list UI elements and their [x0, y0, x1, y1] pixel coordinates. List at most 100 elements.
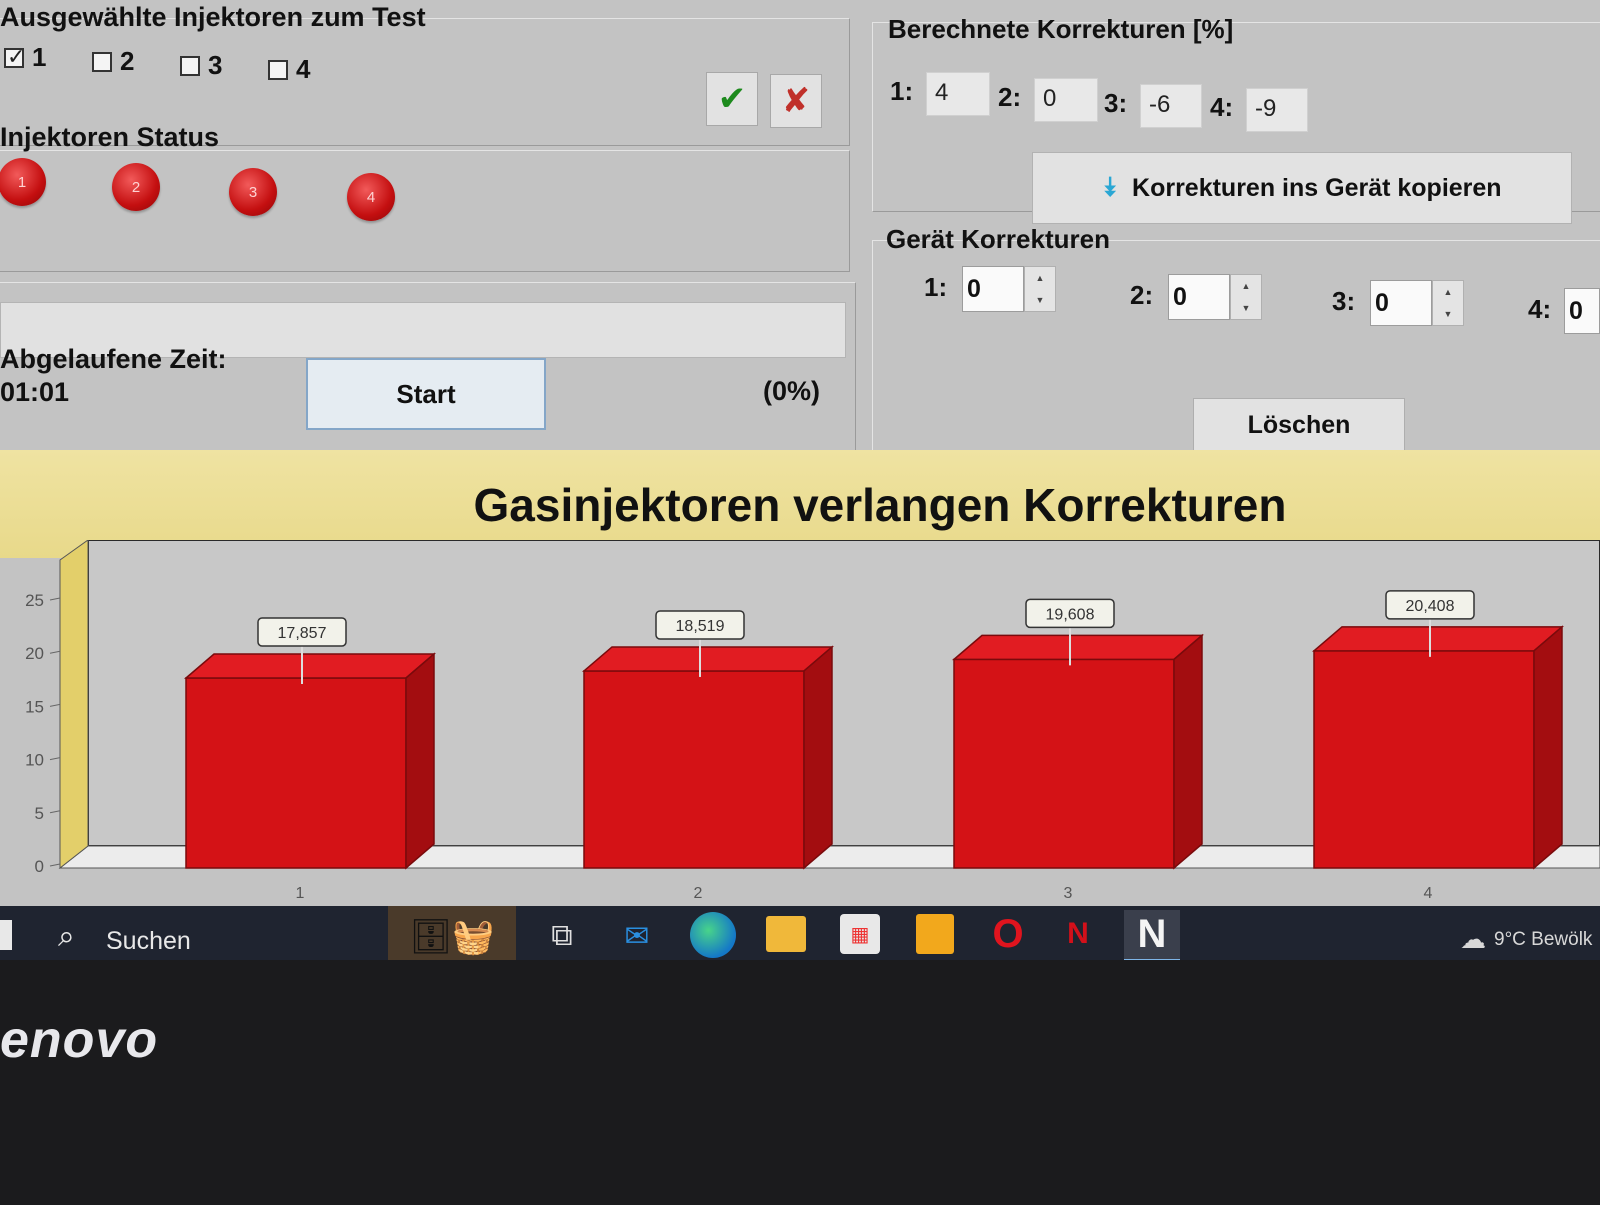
weather-widget[interactable]: ☁ 9°C Bewölk [1460, 924, 1592, 955]
y-tick-label: 0 [35, 857, 44, 876]
sticky-notes-icon[interactable] [916, 914, 954, 954]
checkbox-injector-1[interactable]: 1 [4, 42, 46, 73]
calc-label-1: 1: [890, 76, 914, 106]
y-tick-mark [49, 597, 61, 601]
bar-top [951, 634, 1205, 661]
edge-browser-icon[interactable] [690, 912, 736, 958]
cloud-icon: ☁ [1460, 924, 1486, 954]
calc-label-3: 3: [1104, 88, 1128, 118]
start-button-label: Start [396, 378, 456, 409]
app-window: Ausgewählte Injektoren zum Test 1 2 3 4 … [0, 0, 1600, 960]
device-label-3: 3: [1332, 286, 1356, 316]
bar-front [1313, 650, 1535, 869]
notion-app-icon[interactable]: N [1124, 910, 1180, 960]
device-stepper-1[interactable]: 0 ▲ ▼ [962, 266, 1056, 312]
checkbox-1-label: 1 [32, 42, 47, 72]
calc-value-1: 4 [926, 72, 990, 116]
mail-icon[interactable]: ✉ [614, 914, 660, 958]
y-tick-label: 25 [25, 591, 44, 610]
test-group-title: Ausgewählte Injektoren zum Test [0, 2, 426, 32]
data-label: 19,608 [1046, 606, 1095, 623]
calc-value-2: 0 [1034, 78, 1098, 122]
elapsed-time-label: Abgelaufene Zeit: [0, 344, 227, 374]
y-tick-label: 20 [25, 644, 44, 663]
bar-front [953, 658, 1175, 869]
bar-side [405, 652, 435, 870]
checkbox-2-box[interactable] [92, 51, 112, 72]
bar-front [185, 677, 407, 869]
copy-corrections-button[interactable]: ⯯ Korrekturen ins Gerät kopieren [1032, 152, 1572, 224]
checkbox-injector-2[interactable]: 2 [92, 46, 134, 77]
status-led-2: 2 [112, 163, 160, 211]
y-tick-label: 15 [25, 697, 44, 716]
y-tick-label: 10 [25, 751, 44, 770]
progress-percent: (0%) [763, 376, 821, 406]
stepper-arrows-icon[interactable]: ▲ ▼ [1230, 274, 1262, 320]
device-value-4[interactable]: 0 [1564, 288, 1600, 334]
cross-icon: ✘ [781, 82, 811, 120]
y-tick-mark [49, 757, 61, 761]
confirm-button[interactable]: ✔ [706, 72, 758, 126]
device-value-3[interactable]: 0 [1370, 280, 1432, 326]
device-label-2: 2: [1130, 280, 1154, 310]
storage-app-icon[interactable]: 🗄🧺 [388, 906, 516, 960]
device-stepper-4[interactable]: 0 [1564, 288, 1600, 334]
checkbox-4-label: 4 [296, 54, 311, 84]
calc-value-3: -6 [1140, 84, 1202, 128]
device-label-1: 1: [924, 272, 948, 302]
y-tick-mark [49, 810, 61, 814]
device-value-1[interactable]: 0 [962, 266, 1024, 312]
checkbox-3-box[interactable] [180, 55, 200, 76]
store-icon[interactable]: ▦ [840, 914, 880, 954]
x-tick-label: 3 [1064, 885, 1073, 902]
bar-side [1173, 633, 1203, 870]
start-button[interactable]: Start [306, 358, 546, 430]
stepper-arrows-icon[interactable]: ▲ ▼ [1024, 266, 1056, 312]
status-group-title: Injektoren Status [0, 122, 220, 152]
opera-browser-icon[interactable]: O [988, 912, 1028, 956]
netflix-icon[interactable]: N [1066, 914, 1090, 954]
data-label: 20,408 [1406, 598, 1455, 615]
checkbox-injector-4[interactable]: 4 [268, 54, 310, 85]
task-view-icon[interactable]: ⧉ [540, 914, 584, 958]
calc-value-4: -9 [1246, 88, 1308, 132]
arrow-down-icon: ⯯ [1102, 172, 1119, 202]
y-tick-label: 5 [35, 804, 44, 823]
calculated-title: Berechnete Korrekturen [%] [888, 14, 1234, 44]
checkbox-2-label: 2 [120, 46, 135, 76]
file-explorer-icon[interactable] [766, 916, 806, 952]
calc-label-2: 2: [998, 82, 1022, 112]
data-label: 18,519 [676, 618, 725, 635]
x-tick-label: 4 [1424, 885, 1433, 902]
device-label-4: 4: [1528, 294, 1552, 324]
bar-top [1311, 626, 1565, 652]
taskbar-search-label[interactable]: Suchen [106, 927, 191, 956]
stepper-arrows-icon[interactable]: ▲ ▼ [1432, 280, 1464, 326]
search-icon[interactable]: ⌕ [58, 920, 75, 954]
chart-side-wall [59, 540, 89, 870]
data-label: 17,857 [278, 625, 327, 642]
warning-banner-text: Gasinjektoren verlangen Korrekturen [473, 479, 1287, 531]
status-led-3: 3 [229, 168, 277, 216]
weather-text: 9°C Bewölk [1494, 928, 1593, 950]
checkbox-3-label: 3 [208, 50, 223, 80]
checkbox-1-box[interactable] [4, 44, 25, 70]
x-tick-label: 2 [694, 885, 703, 902]
checkbox-injector-3[interactable]: 3 [180, 50, 222, 81]
checkbox-4-box[interactable] [268, 59, 288, 80]
device-stepper-3[interactable]: 0 ▲ ▼ [1370, 280, 1464, 326]
cancel-button[interactable]: ✘ [770, 74, 822, 128]
bar-front [583, 670, 805, 869]
status-led-1: 1 [0, 158, 46, 206]
clear-button[interactable]: Löschen [1193, 398, 1405, 452]
copy-corrections-label: Korrekturen ins Gerät kopieren [1132, 173, 1502, 202]
elapsed-time-value: 01:01 [0, 377, 70, 407]
windows-start-icon[interactable] [0, 920, 12, 950]
checkmark-icon: ✔ [717, 80, 747, 118]
bar-top [581, 646, 835, 672]
y-tick-mark [49, 863, 61, 867]
bar-side [803, 645, 833, 870]
calc-label-4: 4: [1210, 92, 1234, 122]
device-stepper-2[interactable]: 0 ▲ ▼ [1168, 274, 1262, 320]
device-value-2[interactable]: 0 [1168, 274, 1230, 320]
